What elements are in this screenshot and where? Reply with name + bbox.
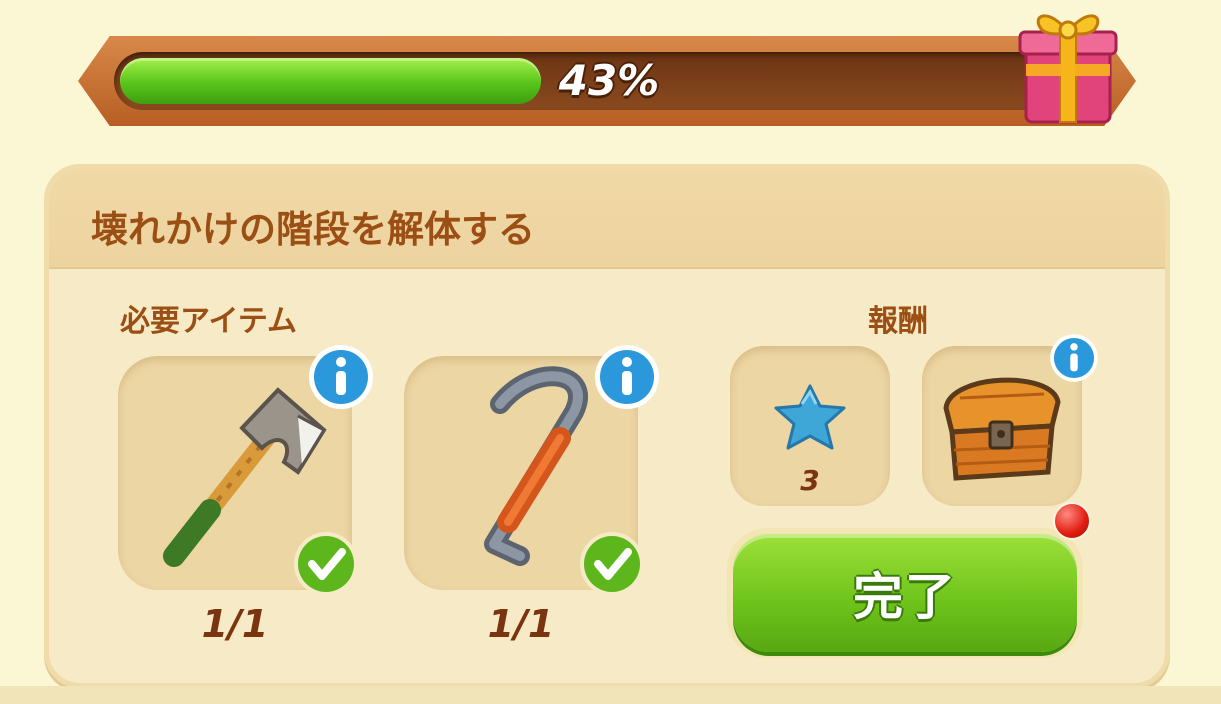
info-icon[interactable]: [1048, 332, 1100, 384]
required-item-slot-axe[interactable]: [118, 345, 373, 596]
task-title: 壊れかけの階段を解体する: [91, 208, 535, 251]
reward-count: 3: [800, 464, 820, 497]
blue-star-icon: [774, 384, 846, 450]
reward-slot-star[interactable]: 3: [730, 346, 890, 506]
treasure-chest-icon: [943, 377, 1061, 481]
required-item-count: 1/1: [201, 602, 269, 646]
task-header: 壊れかけの階段を解体する: [49, 169, 1165, 269]
checkmark-icon: [294, 532, 358, 596]
rewards-label: 報酬: [868, 304, 928, 339]
info-icon[interactable]: [592, 342, 662, 412]
info-icon[interactable]: [306, 342, 376, 412]
gift-box-icon[interactable]: [1012, 2, 1124, 126]
complete-button[interactable]: 完了: [727, 528, 1083, 658]
reward-slot-chest[interactable]: [922, 334, 1098, 506]
progress-bar: 43%: [114, 52, 1104, 110]
notification-dot-icon: [1053, 502, 1091, 540]
required-items-label: 必要アイテム: [120, 304, 297, 339]
required-item-slot-crowbar[interactable]: [404, 345, 659, 596]
complete-button-label: 完了: [853, 568, 957, 626]
progress-percent-label: 43%: [558, 56, 660, 105]
checkmark-icon: [580, 532, 644, 596]
required-item-count: 1/1: [487, 602, 555, 646]
complete-button-face[interactable]: 完了: [733, 534, 1077, 652]
bottom-strip: [0, 686, 1221, 704]
